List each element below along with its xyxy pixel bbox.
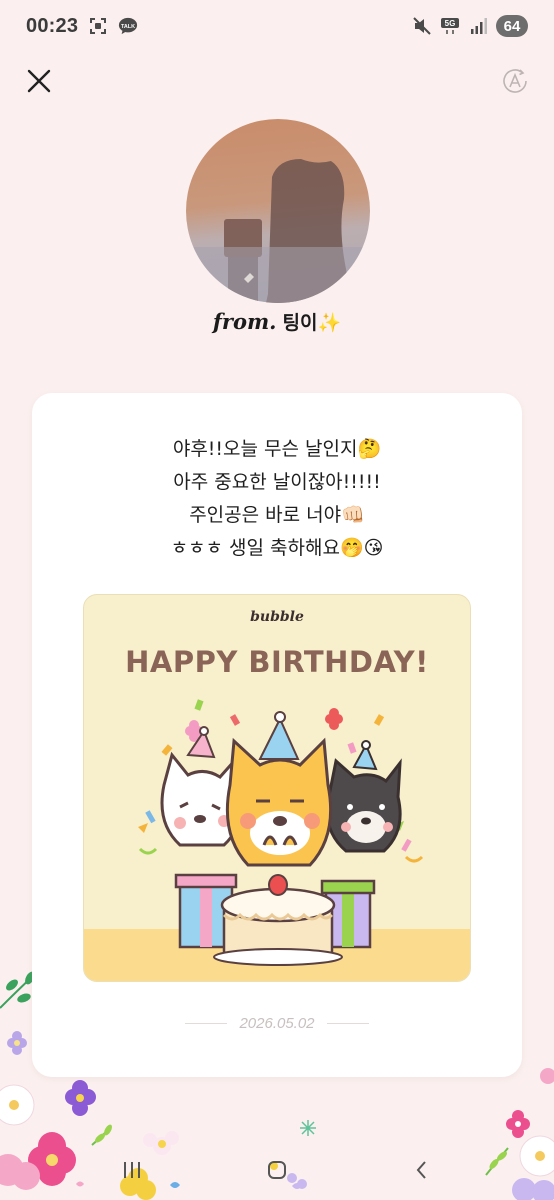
svg-text:5G: 5G <box>445 19 456 28</box>
signal-icon <box>468 16 488 36</box>
kakaotalk-icon: TALK <box>118 16 138 36</box>
message-body: 야후!!오늘 무슨 날인지🤔 아주 중요한 날이잖아!!!!! 주인공은 바로 … <box>32 433 522 565</box>
divider <box>326 1023 369 1024</box>
battery-indicator: 64 <box>496 15 528 37</box>
sender-name: 팅이✨ <box>282 312 342 334</box>
message-date: 2026.05.02 <box>239 1015 315 1032</box>
translate-button[interactable] <box>500 66 530 96</box>
lilac-flower-left <box>7 1031 27 1055</box>
message-line: 주인공은 바로 너야👊🏻 <box>189 504 365 526</box>
avatar-photo <box>186 159 370 303</box>
from-label: from. <box>212 309 277 334</box>
status-left: 00:23 TALK <box>26 15 138 38</box>
recent-apps-icon <box>124 1162 141 1178</box>
black-dog <box>325 740 402 853</box>
back-button[interactable] <box>402 1150 442 1190</box>
message-line: 아주 중요한 날이잖아!!!!! <box>173 471 381 493</box>
message-card: 야후!!오늘 무슨 날인지🤔 아주 중요한 날이잖아!!!!! 주인공은 바로 … <box>32 393 522 1077</box>
divider <box>185 1023 228 1024</box>
date-row: 2026.05.02 <box>32 1015 522 1032</box>
shiba-dog <box>225 711 333 867</box>
home-button[interactable] <box>257 1150 297 1190</box>
system-nav-bar <box>0 1140 554 1200</box>
network-5g-icon: 5G <box>440 16 460 36</box>
recent-apps-button[interactable] <box>112 1150 152 1190</box>
svg-text:TALK: TALK <box>121 24 135 30</box>
close-button[interactable] <box>22 64 56 98</box>
birthday-card-image[interactable]: bubble HAPPY BIRTHDAY! <box>83 594 471 982</box>
mute-icon <box>412 16 432 36</box>
sender-avatar[interactable] <box>186 119 370 303</box>
status-time: 00:23 <box>26 14 79 37</box>
birthday-illustration <box>138 699 424 966</box>
status-bar: 00:23 TALK 5G 64 <box>0 0 554 52</box>
message-line: ㅎㅎㅎ 생일 축하해요🤭😘 <box>170 537 384 559</box>
home-icon <box>267 1161 286 1179</box>
screenshot-icon <box>88 16 108 36</box>
sender-line: from. 팅이✨ <box>0 308 554 335</box>
message-line: 야후!!오늘 무슨 날인지🤔 <box>172 438 382 460</box>
back-icon <box>416 1161 426 1179</box>
close-icon <box>27 69 51 93</box>
status-right: 5G 64 <box>412 15 528 37</box>
translate-icon <box>503 69 527 93</box>
